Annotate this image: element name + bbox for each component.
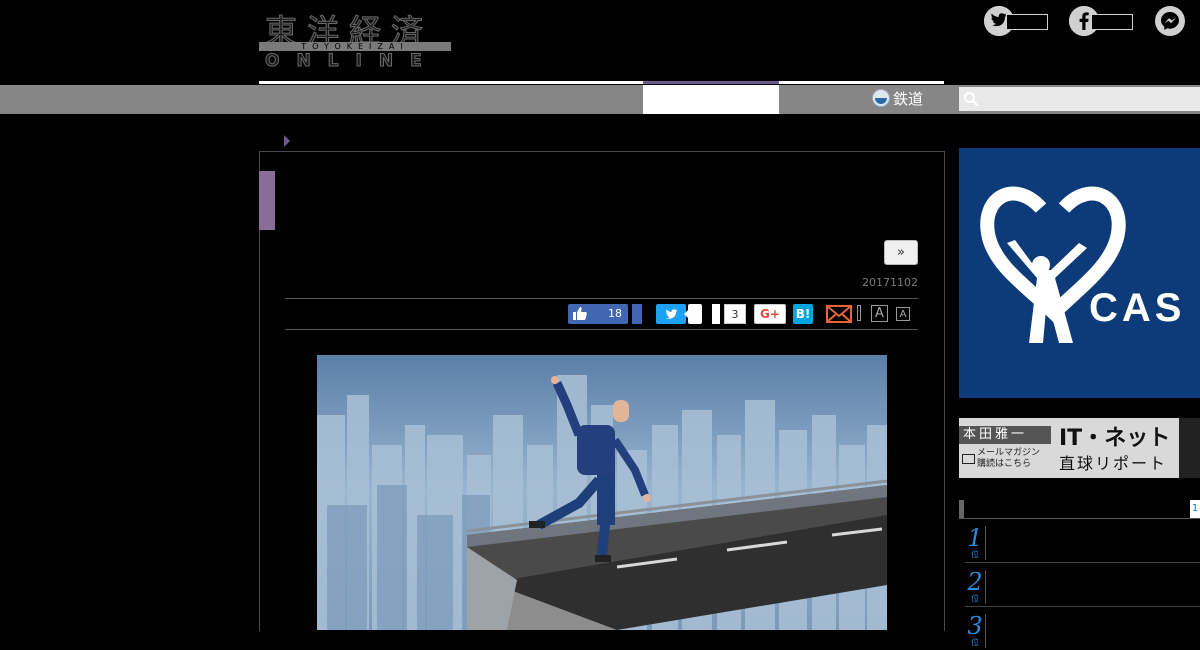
ranking-header [959, 500, 1200, 519]
ranking-divider [985, 614, 986, 648]
nav-item-rail[interactable]: 鉄道 [872, 87, 932, 111]
nav-active-accent [643, 81, 779, 84]
ranking-item[interactable]: 3位 [965, 612, 1200, 650]
font-size-small-button[interactable]: A [896, 307, 910, 321]
mail-ad-sub2: 購読はこちら [977, 459, 1032, 469]
breadcrumb-arrow-icon [284, 135, 290, 147]
article-photo [317, 355, 887, 630]
share-divider-top [285, 298, 918, 299]
ranking-number: 3位 [967, 612, 983, 647]
cas-brand-text: CAS [1089, 286, 1186, 330]
mail-icon[interactable] [826, 305, 852, 323]
ranking-tab[interactable]: 1 [1190, 500, 1200, 518]
author-photo [1179, 418, 1200, 478]
mail-ad-sub1: メールマガジン [977, 448, 1041, 458]
pocket-button[interactable] [712, 304, 720, 324]
tweet-button[interactable] [656, 304, 686, 324]
ranking-item[interactable]: 1位 [965, 524, 1200, 563]
twitter-count-box [1006, 14, 1048, 30]
heart-person-logo-icon [980, 186, 1126, 343]
title-accent-bar [259, 171, 275, 230]
facebook-like-button[interactable]: 18 [568, 304, 628, 324]
search-icon[interactable] [963, 91, 979, 107]
facebook-like-count: 18 [608, 307, 622, 320]
cas-registered: ® [1067, 290, 1076, 300]
facebook-count-box [1091, 14, 1133, 30]
article-date: 20171102 [862, 276, 918, 289]
thumbs-up-icon [573, 307, 587, 320]
gplus-count: 3 [724, 304, 746, 324]
cas-ad-banner[interactable]: ® CAS [959, 148, 1200, 398]
mail-ad-subtext: メールマガジン 購読はこちら [977, 448, 1057, 470]
logo-online: ONLINE [265, 51, 439, 72]
twitter-bird-icon [666, 309, 678, 319]
search-input[interactable] [959, 87, 1200, 111]
nav-rail-label: 鉄道 [893, 90, 924, 108]
ranking-divider [985, 570, 986, 604]
train-icon [872, 89, 890, 107]
mail-ad-author: 本田雅一 [959, 426, 1051, 444]
next-page-button[interactable]: » [884, 240, 918, 265]
envelope-icon [962, 454, 975, 464]
ranking-number: 1位 [967, 524, 983, 559]
ranking-item[interactable]: 2位 [965, 568, 1200, 607]
ranking-number: 2位 [967, 568, 983, 603]
hatena-bookmark-button[interactable]: B! [793, 304, 813, 324]
font-size-large-button[interactable]: A [871, 305, 888, 322]
logo-band: TOYOKEIZAI [259, 42, 451, 51]
site-logo[interactable]: 東洋経済 TOYOKEIZAI ONLINE [259, 6, 451, 72]
messenger-icon[interactable] [1155, 6, 1185, 36]
ranking-header-bar [959, 500, 964, 518]
ranking-divider [985, 526, 986, 560]
mail-ad-title2: 直球リポート [1059, 454, 1168, 473]
font-size-separator [857, 305, 861, 321]
mail-magazine-ad[interactable]: 本田雅一 メールマガジン 購読はこちら IT・ネット 直球リポート [959, 418, 1200, 478]
share-divider-bottom [285, 329, 918, 330]
facebook-share-button[interactable] [632, 304, 642, 324]
nav-top-line [259, 81, 944, 84]
tweet-count [684, 304, 702, 324]
gplus-button[interactable]: G+ [754, 304, 786, 324]
mail-ad-title1: IT・ネット [1059, 426, 1171, 451]
nav-active-tab[interactable] [643, 85, 779, 114]
